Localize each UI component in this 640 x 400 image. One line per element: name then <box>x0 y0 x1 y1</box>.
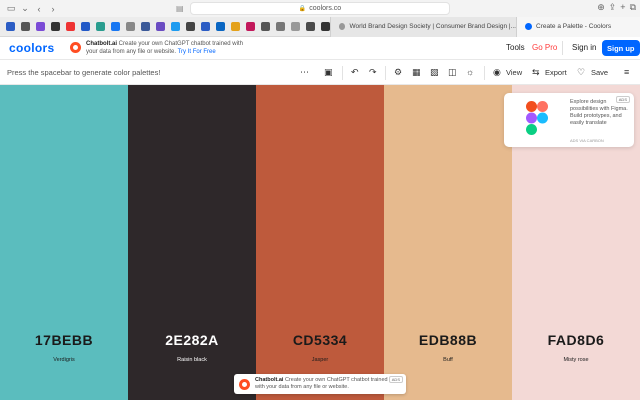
undo-icon[interactable]: ↶ <box>351 67 359 77</box>
swatch-name: Buff <box>443 357 453 363</box>
page-settings-icon[interactable]: ▤ <box>176 4 184 13</box>
favorite-icon[interactable] <box>276 22 285 31</box>
url-text: coolors.co <box>309 5 342 12</box>
grid-icon[interactable]: ▦ <box>412 67 421 77</box>
swatch-name: Raisin black <box>177 357 207 363</box>
toolbar-hint: Press the spacebar to generate color pal… <box>7 68 161 77</box>
chevron-down-icon[interactable]: ⌄ <box>18 3 32 14</box>
coolors-logo[interactable]: coolors <box>9 41 54 55</box>
bottom-promo-ad[interactable]: Chatbolt.ai Create your own ChatGPT chat… <box>234 374 406 394</box>
nav-tools[interactable]: Tools <box>506 43 525 52</box>
youtube-icon[interactable] <box>66 22 75 31</box>
sign-up-button[interactable]: Sign up <box>602 40 640 56</box>
favorite-icon[interactable] <box>51 22 60 31</box>
favorite-icon[interactable] <box>156 22 165 31</box>
chatbolt-icon <box>239 379 250 390</box>
favorite-icon[interactable] <box>21 22 30 31</box>
visualize-icon[interactable]: ◫ <box>448 67 457 77</box>
carbon-ad-card[interactable]: ADS Explore design possibilities with Fi… <box>504 93 634 147</box>
download-icon[interactable]: ⊕ <box>597 2 605 13</box>
promo-link[interactable]: Try It For Free <box>178 49 216 55</box>
favorite-icon[interactable] <box>186 22 195 31</box>
tab-title: Create a Palette - Coolors <box>536 23 612 30</box>
bottom-ad-text: Chatbolt.ai Create your own ChatGPT chat… <box>255 377 395 391</box>
swatch-hex[interactable]: FAD8D6 <box>512 332 640 348</box>
favorite-icon[interactable] <box>246 22 255 31</box>
favorite-icon[interactable] <box>36 22 45 31</box>
favorite-icon[interactable] <box>306 22 315 31</box>
swatch-name: Jasper <box>311 357 329 363</box>
bottom-ad-title: Chatbolt.ai <box>255 377 284 383</box>
swatch-hex[interactable]: 17BEBB <box>0 332 128 348</box>
tab-world-brand-design[interactable]: World Brand Design Society | Consumer Br… <box>330 16 516 37</box>
toolbar-divider <box>484 66 485 80</box>
back-icon[interactable]: ‹ <box>32 4 46 14</box>
address-bar[interactable]: 🔒 coolors.co <box>190 2 450 15</box>
chatbolt-icon <box>70 42 81 53</box>
palette-toolbar: Press the spacebar to generate color pal… <box>0 61 640 85</box>
tab-bar: World Brand Design Society | Consumer Br… <box>0 16 640 37</box>
favorites-bar <box>0 17 330 37</box>
sign-in-link[interactable]: Sign in <box>572 43 596 52</box>
figma-logo-icon <box>526 101 548 135</box>
color-swatch[interactable]: CD5334 Jasper <box>256 85 384 400</box>
favorite-icon[interactable] <box>216 22 225 31</box>
forward-icon[interactable]: › <box>46 4 60 14</box>
sidebar-toggle-icon[interactable]: ▭ <box>4 3 18 14</box>
favorite-icon[interactable] <box>291 22 300 31</box>
favorite-icon[interactable] <box>231 22 240 31</box>
favorite-icon[interactable] <box>261 22 270 31</box>
view-button[interactable]: View <box>506 68 522 77</box>
ad-badge: ADS <box>388 376 403 383</box>
toolbar-divider <box>342 66 343 80</box>
nav-go-pro[interactable]: Go Pro <box>532 43 557 52</box>
save-button[interactable]: Save <box>591 68 608 77</box>
favorite-icon[interactable] <box>171 22 180 31</box>
header-promo[interactable]: Chatbolt.ai Create your own ChatGPT chat… <box>70 41 256 56</box>
swatch-hex[interactable]: CD5334 <box>256 332 384 348</box>
ad-text: Explore design possibilities with Figma.… <box>570 99 628 126</box>
favorite-icon[interactable] <box>96 22 105 31</box>
color-swatch[interactable]: EDB88B Buff <box>384 85 512 400</box>
color-swatch[interactable]: 17BEBB Verdigris <box>0 85 128 400</box>
tab-favicon <box>339 23 346 30</box>
favorite-icon[interactable] <box>6 22 15 31</box>
tab-coolors[interactable]: Create a Palette - Coolors <box>516 16 640 37</box>
eye-icon[interactable]: ◉ <box>493 67 501 77</box>
favorite-icon[interactable] <box>201 22 210 31</box>
favorite-icon[interactable] <box>321 22 330 31</box>
export-button[interactable]: Export <box>545 68 567 77</box>
nav-divider <box>562 41 563 55</box>
swatch-hex[interactable]: EDB88B <box>384 332 512 348</box>
swatch-hex[interactable]: 2E282A <box>128 332 256 348</box>
camera-icon[interactable]: ▣ <box>324 67 333 77</box>
menu-icon[interactable]: ≡ <box>624 67 629 77</box>
color-swatch[interactable]: 2E282A Raisin black <box>128 85 256 400</box>
browser-top-bar: ▭ ⌄ ‹ › ▤ 🔒 coolors.co ⊕ ⇪ + ⧉ <box>0 0 640 17</box>
redo-icon[interactable]: ↷ <box>369 67 377 77</box>
brightness-icon[interactable]: ☼ <box>466 67 474 77</box>
promo-text: Chatbolt.ai Create your own ChatGPT chat… <box>86 41 256 56</box>
more-icon[interactable]: ⋯ <box>300 67 309 77</box>
favorite-icon[interactable] <box>81 22 90 31</box>
swatch-name: Verdigris <box>53 357 75 363</box>
adjust-palette-icon[interactable]: ⚙ <box>394 67 402 77</box>
ad-via-carbon[interactable]: ADS VIA CARBON <box>570 138 604 143</box>
tab-favicon <box>525 23 532 30</box>
swatch-name: Misty rose <box>563 357 589 363</box>
lock-icon: 🔒 <box>298 6 307 12</box>
site-header: coolors Chatbolt.ai Create your own Chat… <box>0 37 640 60</box>
favorite-icon[interactable] <box>141 22 150 31</box>
share-icon[interactable]: ⇆ <box>532 67 540 77</box>
promo-title: Chatbolt.ai <box>86 41 117 47</box>
image-icon[interactable]: ▧ <box>430 67 439 77</box>
tab-overview-icon[interactable]: ⧉ <box>630 2 636 13</box>
share-icon[interactable]: ⇪ <box>609 2 617 13</box>
heart-icon[interactable]: ♡ <box>577 67 585 77</box>
new-tab-icon[interactable]: + <box>620 2 625 13</box>
toolbar-divider <box>385 66 386 80</box>
favorite-icon[interactable] <box>111 22 120 31</box>
favorite-icon[interactable] <box>126 22 135 31</box>
tab-title: World Brand Design Society | Consumer Br… <box>349 23 516 30</box>
